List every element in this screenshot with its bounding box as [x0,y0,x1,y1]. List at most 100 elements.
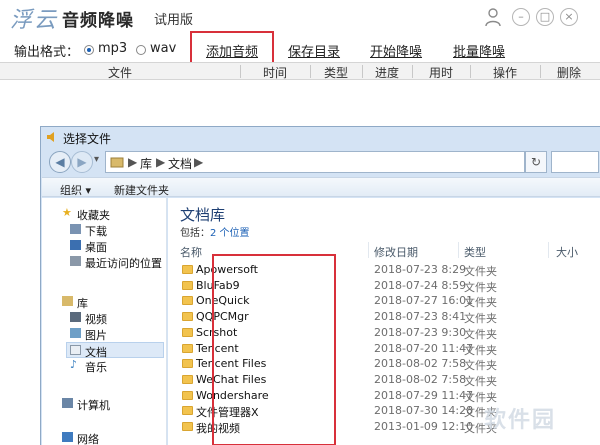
folder-icon [182,280,193,290]
column-type[interactable]: 类型 [310,64,362,81]
column-divider [458,242,459,258]
app-window: 浮云 音频降噪 试用版 – □ × 输出格式： mp3 wav 添加音频 保存目… [0,0,600,445]
dialog-title-bar: 选择文件 [41,127,600,147]
file-type: 文件夹 [464,374,497,388]
user-icon[interactable] [484,7,502,27]
wav-radio[interactable] [136,45,146,55]
file-date: 2018-08-02 7:58 [374,357,467,371]
folder-icon [182,359,193,369]
library-icon [110,157,124,168]
folder-icon [182,422,193,431]
address-separator[interactable]: ▶ [156,155,165,169]
locations-link[interactable]: 2 个位置 [210,228,250,239]
column-time[interactable]: 时间 [240,64,310,81]
folder-icon [182,374,193,384]
column-type[interactable]: 类型 [464,244,486,260]
wav-label[interactable]: wav [150,41,176,56]
file-dialog: 选择文件 ◀ ▶ ▾ ▶ 库 ▶ 文档 ▶ ↻ 组织 ▾ 新建文件夹 ★ 收藏夹… [40,126,600,445]
start-denoise-button[interactable]: 开始降噪 [370,41,422,60]
format-label: 输出格式： [14,45,80,60]
folder-icon [182,390,193,400]
toolbar: 输出格式： mp3 wav 添加音频 保存目录 开始降噪 批量降噪 [0,36,600,62]
app-logo: 浮云 [10,8,59,33]
column-duration[interactable]: 用时 [412,64,470,81]
file-list-highlight [212,254,336,445]
column-size[interactable]: 大小 [556,244,578,260]
back-arrow-icon[interactable]: ◀ [49,151,71,173]
network-icon [62,432,73,442]
address-separator[interactable]: ▶ [194,155,203,169]
file-date: 2018-07-27 16:01 [374,294,474,308]
new-folder-button[interactable]: 新建文件夹 [114,182,169,198]
column-action[interactable]: 操作 [470,64,540,81]
recent-places-icon [70,256,81,266]
maximize-button[interactable]: □ [536,8,554,26]
column-modified[interactable]: 修改日期 [374,244,418,260]
file-type: 文件夹 [464,296,497,310]
tree-item-documents[interactable]: 文档 [66,342,164,359]
file-type: 文件夹 [464,327,497,341]
star-icon: ★ [62,206,72,219]
mp3-label[interactable]: mp3 [98,41,127,56]
address-segment-library[interactable]: 库 [140,155,152,172]
computer-icon [62,398,73,408]
music-note-icon: ♪ [70,358,78,371]
folder-icon [182,312,193,322]
library-icon [62,296,73,306]
organize-button[interactable]: 组织 ▾ [60,182,91,198]
folder-icon [182,343,193,353]
file-date: 2018-07-30 14:28 [374,404,474,418]
library-title: 文档库 [180,206,226,224]
file-date: 2018-07-23 8:41 [374,310,467,324]
dialog-search-input[interactable] [551,151,599,173]
folder-icon [182,296,193,306]
dialog-title: 选择文件 [63,132,112,146]
file-type: 文件夹 [464,265,497,278]
history-dropdown-icon[interactable]: ▾ [94,154,99,165]
refresh-icon[interactable]: ↻ [525,151,547,173]
file-date: 2013-01-09 12:10 [374,420,474,433]
video-library-icon [70,312,81,322]
forward-arrow-icon[interactable]: ▶ [71,151,93,173]
title-bar: 浮云 音频降噪 试用版 – □ × [0,0,600,36]
address-separator[interactable]: ▶ [128,155,137,169]
folder-icon [182,265,193,274]
column-progress[interactable]: 进度 [362,64,412,81]
watermark: 软件园 [484,408,557,433]
file-date: 2018-07-24 8:59 [374,278,467,292]
batch-denoise-button[interactable]: 批量降噪 [453,41,505,60]
close-button[interactable]: × [560,8,578,26]
download-folder-icon [70,224,81,234]
column-file[interactable]: 文件 [0,64,240,81]
file-type: 文件夹 [464,280,497,294]
address-segment-documents[interactable]: 文档 [168,155,192,172]
command-bar: 组织 ▾ 新建文件夹 [42,177,600,197]
file-type: 文件夹 [464,359,497,373]
file-date: 2018-08-02 7:58 [374,372,467,386]
task-table-header: 文件 时间 类型 进度 用时 操作 删除 [0,62,600,80]
folder-icon [182,406,193,416]
address-bar[interactable]: ▶ 库 ▶ 文档 ▶ [105,151,525,173]
document-library-icon [70,345,81,355]
app-name: 音频降噪 [62,11,134,31]
file-date: 2018-07-23 8:29 [374,263,467,276]
mp3-radio[interactable] [84,45,94,55]
column-name[interactable]: 名称 [180,244,202,260]
column-delete[interactable]: 删除 [540,64,598,81]
edition-label: 试用版 [154,13,194,28]
file-date: 2018-07-29 11:47 [374,388,474,402]
navigation-pane: ★ 收藏夹 下载 桌面 最近访问的位置 库 视频 图片 文档 ♪ 音乐 计算机 … [42,198,167,445]
library-subtitle: 包括：2 个位置 [180,228,250,239]
file-date: 2018-07-23 9:30 [374,325,467,339]
column-divider [368,242,369,258]
desktop-icon [70,240,81,250]
dialog-nav-bar: ◀ ▶ ▾ ▶ 库 ▶ 文档 ▶ ↻ [45,149,599,175]
column-divider [548,242,549,258]
file-date: 2018-07-20 11:47 [374,341,474,355]
picture-library-icon [70,328,81,338]
file-type: 文件夹 [464,343,497,357]
save-dir-button[interactable]: 保存目录 [288,41,340,60]
minimize-button[interactable]: – [512,8,530,26]
speaker-icon [47,132,54,142]
file-type: 文件夹 [464,312,497,326]
